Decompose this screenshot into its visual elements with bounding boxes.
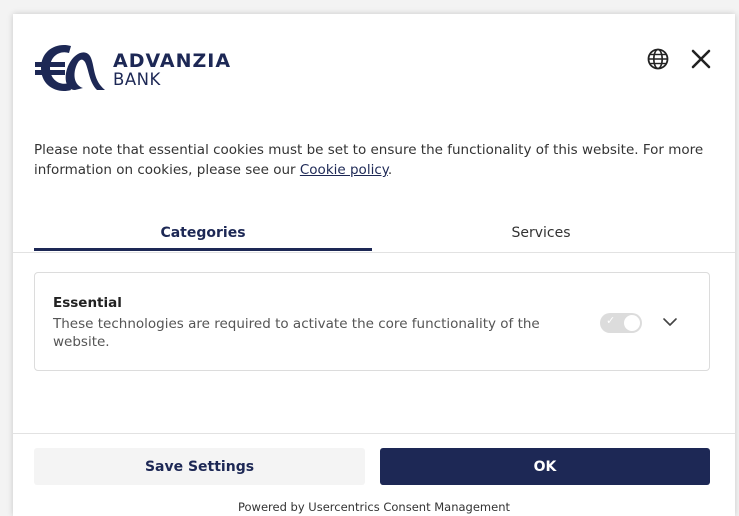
tab-bar: Categories Services	[34, 221, 710, 253]
cookie-policy-link[interactable]: Cookie policy	[300, 162, 388, 178]
ok-button[interactable]: OK	[380, 448, 710, 485]
tab-categories[interactable]: Categories	[34, 221, 372, 251]
footer-divider	[13, 433, 735, 434]
category-description: These technologies are required to activ…	[53, 316, 540, 350]
cookie-notice-text: Please note that essential cookies must …	[34, 140, 714, 180]
brand-name: ADVANZIA	[113, 50, 232, 72]
brand-subname: BANK	[113, 70, 161, 89]
tabs-divider	[13, 252, 735, 253]
tab-services[interactable]: Services	[372, 221, 710, 251]
toggle-knob	[624, 315, 640, 331]
essential-toggle[interactable]: ✓	[600, 313, 642, 333]
advanzia-bank-logo: ADVANZIA BANK	[35, 40, 245, 98]
category-card-essential: Essential These technologies are require…	[34, 272, 710, 371]
euro-alpha-logo-icon	[35, 44, 105, 92]
category-title: Essential	[53, 295, 122, 311]
consent-dialog: ADVANZIA BANK Please note that essential…	[13, 14, 735, 516]
notice-suffix: .	[387, 162, 393, 178]
check-icon: ✓	[606, 314, 616, 327]
save-settings-button[interactable]: Save Settings	[34, 448, 365, 485]
chevron-down-icon[interactable]	[661, 313, 679, 331]
powered-by-text: Powered by Usercentrics Consent Manageme…	[238, 500, 510, 514]
close-icon[interactable]	[689, 47, 713, 71]
globe-icon[interactable]	[646, 47, 670, 71]
dialog-header: ADVANZIA BANK	[13, 14, 735, 124]
